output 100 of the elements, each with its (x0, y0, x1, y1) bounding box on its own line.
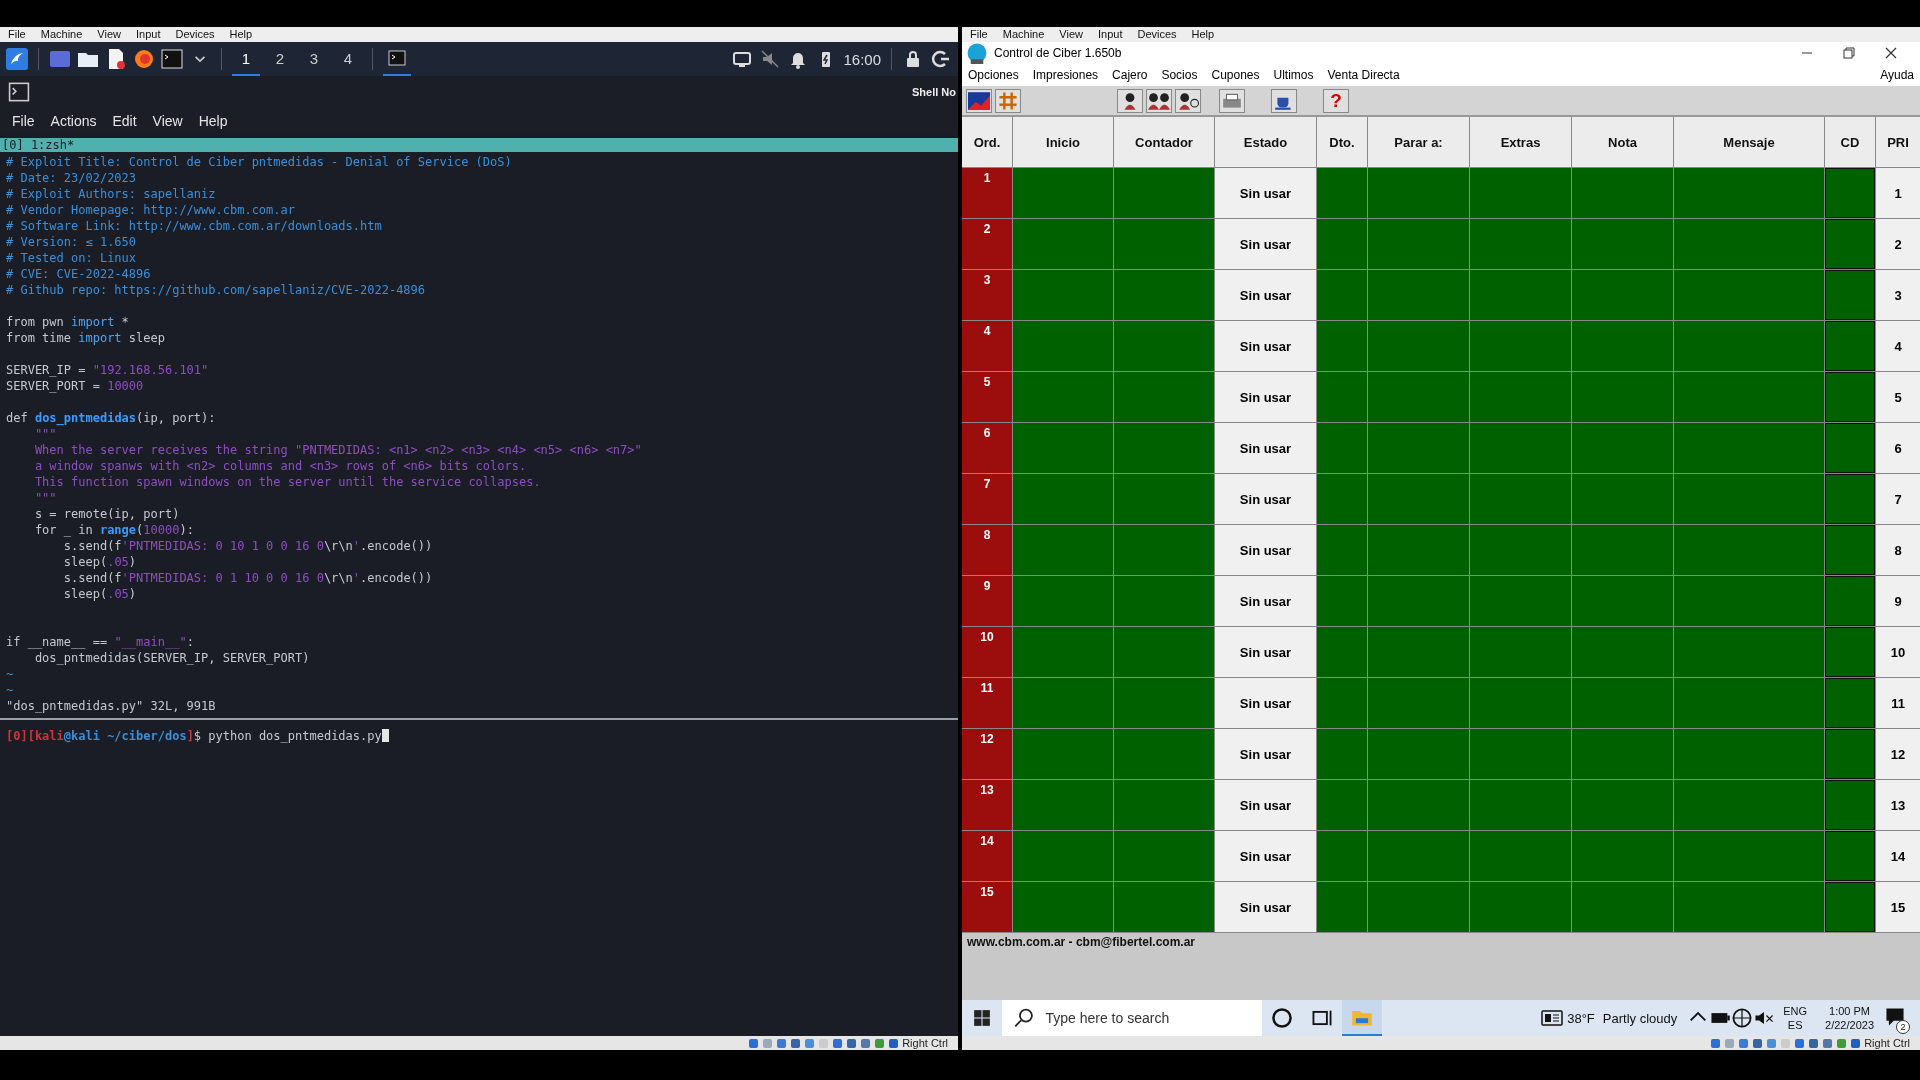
status-icon[interactable] (1822, 1037, 1834, 1049)
menu-item[interactable]: Input (1097, 27, 1123, 42)
menu-item[interactable]: View (152, 113, 183, 129)
menu-item[interactable]: Cupones (1211, 68, 1260, 82)
status-icon[interactable] (1710, 1037, 1722, 1049)
menu-item[interactable]: File (8, 27, 26, 42)
station-number[interactable]: 4 (962, 321, 1012, 371)
status-icon[interactable] (776, 1037, 788, 1049)
menu-item[interactable]: Devices (175, 27, 215, 42)
station-number[interactable]: 7 (962, 474, 1012, 524)
station-number[interactable]: 3 (962, 270, 1012, 320)
menu-item[interactable]: Socios (1161, 68, 1198, 82)
menu-item[interactable]: Help (1191, 27, 1215, 42)
menu-item[interactable]: Machine (40, 27, 83, 42)
status-icon[interactable] (1836, 1037, 1848, 1049)
status-icon[interactable] (790, 1037, 802, 1049)
restore-icon[interactable] (1842, 46, 1856, 60)
language-indicator[interactable]: ENG ES (1783, 1004, 1808, 1032)
code-line: s = remote(ip, port) (33, 506, 181, 522)
cafe-button[interactable] (1271, 88, 1297, 113)
menu-item[interactable]: View (1059, 27, 1083, 42)
station-number[interactable]: 8 (962, 525, 1012, 575)
members-button[interactable] (1146, 88, 1172, 113)
station-number[interactable]: 1 (962, 168, 1012, 218)
search-field[interactable]: Type here to search (1043, 1009, 1262, 1027)
window-title: Shell No (912, 86, 956, 98)
station-number[interactable]: 2 (962, 219, 1012, 269)
menu-item[interactable]: Edit (112, 113, 137, 129)
menu-item[interactable]: Cajero (1112, 68, 1148, 82)
temperature[interactable]: 38°F (1567, 1010, 1595, 1026)
status-icon[interactable] (748, 1037, 760, 1049)
menu-item[interactable]: Actions (50, 113, 97, 129)
status-icon[interactable] (860, 1037, 872, 1049)
workspace-tab[interactable]: 4 (334, 42, 362, 76)
search-box[interactable]: Type here to search (1002, 1000, 1262, 1036)
menu-item[interactable]: Machine (1002, 27, 1045, 42)
table-cell: Sin usar (1215, 525, 1316, 575)
chart-button[interactable] (966, 88, 992, 113)
status-icon[interactable] (1766, 1037, 1778, 1049)
table-cell: Sin usar (1215, 576, 1316, 626)
code-line: from pwn import * (6, 314, 130, 330)
menu-item[interactable]: View (97, 27, 121, 42)
close-icon[interactable] (1884, 46, 1898, 60)
status-icon[interactable] (1850, 1037, 1862, 1049)
news-icon[interactable] (1541, 1007, 1564, 1029)
browser-icon[interactable] (133, 48, 155, 70)
notification-icon[interactable] (1884, 1005, 1906, 1028)
station-number[interactable]: 14 (962, 831, 1012, 881)
menu-item[interactable]: Devices (1137, 27, 1177, 42)
menu-item[interactable]: File (970, 27, 988, 42)
network-icon[interactable] (1731, 1007, 1754, 1029)
menu-item[interactable]: Help (229, 27, 253, 42)
station-number[interactable]: 15 (962, 882, 1012, 932)
member-time-button[interactable] (1175, 88, 1201, 113)
station-number[interactable]: 6 (962, 423, 1012, 473)
table-cell: 15 (1876, 882, 1920, 932)
menu-item[interactable]: Ayuda (1880, 68, 1914, 82)
status-icon[interactable] (888, 1037, 900, 1049)
code-line: from time import sleep (6, 330, 166, 346)
weather-label[interactable]: Partly cloudy (1602, 1010, 1678, 1026)
menu-item[interactable]: Impresiones (1032, 68, 1099, 82)
station-number[interactable]: 9 (962, 576, 1012, 626)
status-icon[interactable] (1752, 1037, 1764, 1049)
table-cell (1825, 576, 1875, 626)
station-number[interactable]: 12 (962, 729, 1012, 779)
print-button[interactable] (1219, 88, 1245, 113)
desktop-icon[interactable] (49, 48, 71, 70)
menu-item[interactable]: Input (135, 27, 161, 42)
logout-icon[interactable] (930, 48, 952, 70)
workspace-tab[interactable]: 2 (266, 42, 294, 76)
station-number[interactable]: 13 (962, 780, 1012, 830)
code-line: SERVER_PORT = 10000 (6, 378, 145, 394)
menu-item[interactable]: Ultimos (1273, 68, 1314, 82)
member-button[interactable] (1117, 88, 1143, 113)
status-icon[interactable] (1808, 1037, 1820, 1049)
terminal-icon[interactable] (161, 48, 183, 70)
station-number[interactable]: 11 (962, 678, 1012, 728)
status-icon[interactable] (1794, 1037, 1806, 1049)
table-cell (1825, 474, 1875, 524)
station-number[interactable]: 10 (962, 627, 1012, 677)
status-icon[interactable] (832, 1037, 844, 1049)
status-icon[interactable] (846, 1037, 858, 1049)
menu-item[interactable]: File (12, 113, 35, 129)
help-button[interactable]: ? (1323, 88, 1349, 113)
workspace-tab[interactable]: 3 (300, 42, 328, 76)
footer-text: www.cbm.com.ar - cbm@fibertel.com.ar (967, 935, 1195, 949)
menu-item[interactable]: Opciones (968, 68, 1019, 82)
clock[interactable]: 1:00 PM 2/22/2023 (1825, 1004, 1874, 1032)
status-icon[interactable] (804, 1037, 816, 1049)
host-key-label: Right Ctrl (1864, 1037, 1910, 1049)
station-number[interactable]: 5 (962, 372, 1012, 422)
clock[interactable]: 16:00 (843, 50, 881, 68)
code-line: dos_pntmedidas(SERVER_IP, SERVER_PORT) (33, 650, 311, 666)
status-icon[interactable] (1738, 1037, 1750, 1049)
menu-item[interactable]: Help (198, 113, 228, 129)
menu-item[interactable]: Venta Directa (1327, 68, 1400, 82)
table-cell: 5 (1876, 372, 1920, 422)
dragon-logo-icon[interactable] (6, 48, 28, 70)
table-cell: 4 (1876, 321, 1920, 371)
status-icon[interactable] (874, 1037, 886, 1049)
